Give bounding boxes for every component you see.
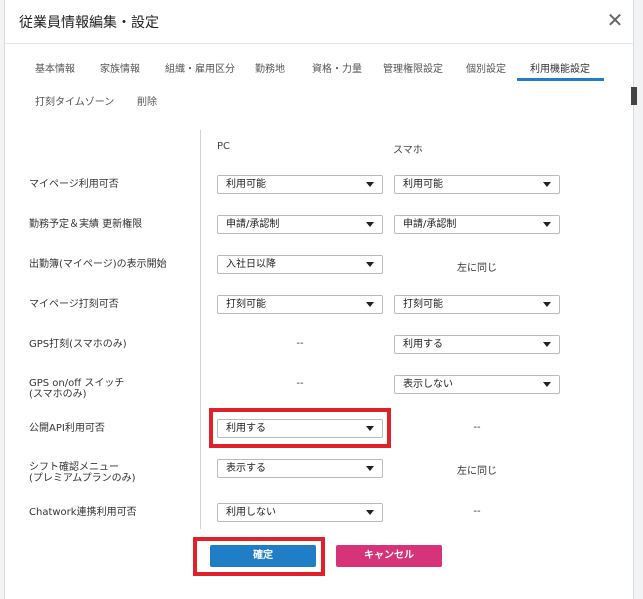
row-label-chatwork: Chatwork連携利用可否 [29,507,137,518]
row-label-attendance-start: 出勤簿(マイページ)の表示開始 [29,259,167,270]
row-label-shift-menu: シフト確認メニュー (プレミアムプランのみ) [29,462,136,484]
row-label-line: (プレミアムプランのみ) [29,473,136,484]
tab-family-info[interactable]: 家族情報 [100,60,140,75]
row-label-line: (スマホのみ) [29,389,87,400]
tab-feature-settings[interactable]: 利用機能設定 [530,60,590,75]
scroll-indicator [631,87,637,105]
dropdown-arrow-icon [543,222,551,227]
dropdown-arrow-icon [366,182,374,187]
tab-punch-timezone[interactable]: 打刻タイムゾーン [35,93,114,108]
column-header-pc: PC [217,141,231,152]
dropdown-arrow-icon [366,426,374,431]
dropdown-arrow-icon [543,382,551,387]
dropdown-arrow-icon [543,302,551,307]
dropdown-arrow-icon [366,510,374,515]
tab-basic-info[interactable]: 基本情報 [35,60,75,75]
attendance-start-pc-select[interactable]: 入社日以降 [217,255,383,274]
select-value: 打刻可能 [226,299,266,310]
active-tab-indicator [517,78,604,81]
dialog-title: 従業員情報編集・設定 [19,15,159,31]
tab-delete[interactable]: 削除 [137,93,157,108]
cancel-button[interactable]: キャンセル [336,545,442,567]
gps-switch-sp-select[interactable]: 表示しない [394,375,560,394]
dropdown-arrow-icon [543,342,551,347]
column-header-smartphone: スマホ [393,145,423,156]
mypage-usage-sp-select[interactable]: 利用可能 [394,175,560,194]
select-value: 利用する [403,339,443,350]
select-value: 表示しない [403,379,453,390]
tab-admin-permissions[interactable]: 管理権限設定 [383,60,443,75]
public-api-pc-select[interactable]: 利用する [217,419,383,438]
shift-menu-sp-value: 左に同じ [457,466,497,477]
dialog-header: 従業員情報編集・設定 ✕ [5,0,633,44]
shift-menu-pc-select[interactable]: 表示する [217,459,383,478]
select-value: 利用可能 [226,179,266,190]
column-divider [200,130,201,529]
schedule-update-sp-select[interactable]: 申請/承認制 [394,215,560,234]
confirm-button[interactable]: 確定 [210,545,316,567]
select-value: 表示する [226,463,266,474]
public-api-sp-value: -- [473,422,481,433]
gps-punch-pc-value: -- [296,338,304,349]
tab-qualifications[interactable]: 資格・力量 [312,60,362,75]
gps-punch-sp-select[interactable]: 利用する [394,335,560,354]
dropdown-arrow-icon [366,466,374,471]
row-label-schedule-update: 勤務予定＆実績 更新権限 [29,219,143,230]
dropdown-arrow-icon [366,302,374,307]
select-value: 申請/承認制 [403,219,457,230]
dropdown-arrow-icon [366,262,374,267]
row-label-gps-punch: GPS打刻(スマホのみ) [29,339,127,350]
gps-switch-pc-value: -- [296,378,304,389]
dropdown-arrow-icon [543,182,551,187]
select-value: 利用する [226,423,266,434]
tab-organization[interactable]: 組織・雇用区分 [165,60,235,75]
select-value: 利用可能 [403,179,443,190]
select-value: 打刻可能 [403,299,443,310]
row-label-public-api: 公開API利用可否 [29,423,105,434]
close-icon[interactable]: ✕ [603,8,627,32]
settings-dialog: 従業員情報編集・設定 ✕ 基本情報 家族情報 組織・雇用区分 勤務地 資格・力量… [4,0,637,599]
row-label-line: シフト確認メニュー [29,462,119,473]
tab-individual-settings[interactable]: 個別設定 [466,60,506,75]
mypage-usage-pc-select[interactable]: 利用可能 [217,175,383,194]
chatwork-pc-select[interactable]: 利用しない [217,503,383,522]
attendance-start-sp-value: 左に同じ [457,263,497,274]
mypage-punch-pc-select[interactable]: 打刻可能 [217,295,383,314]
tab-workplace[interactable]: 勤務地 [255,60,285,75]
chatwork-sp-value: -- [473,506,481,517]
row-label-mypage-usage: マイページ利用可否 [29,179,119,190]
select-value: 申請/承認制 [226,219,280,230]
row-label-line: GPS on/off スイッチ [29,378,125,389]
select-value: 入社日以降 [226,259,276,270]
dropdown-arrow-icon [366,222,374,227]
select-value: 利用しない [226,507,276,518]
row-label-mypage-punch: マイページ打刻可否 [29,299,119,310]
mypage-punch-sp-select[interactable]: 打刻可能 [394,295,560,314]
schedule-update-pc-select[interactable]: 申請/承認制 [217,215,383,234]
row-label-gps-switch: GPS on/off スイッチ (スマホのみ) [29,378,124,400]
